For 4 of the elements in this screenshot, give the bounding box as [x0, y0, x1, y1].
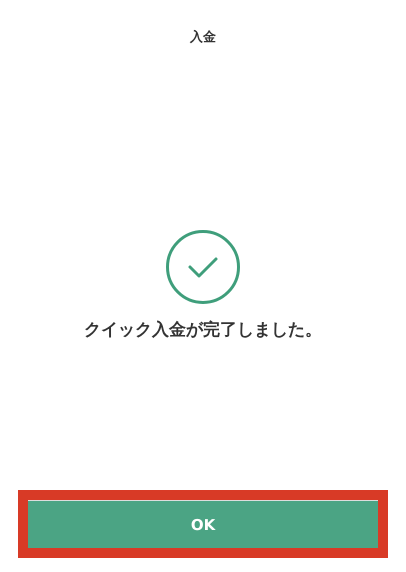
check-circle-icon	[166, 230, 240, 304]
completion-message: クイック入金が完了しました。	[84, 320, 322, 340]
ok-button[interactable]: OK	[28, 500, 378, 548]
screen-title: 入金	[190, 30, 216, 46]
